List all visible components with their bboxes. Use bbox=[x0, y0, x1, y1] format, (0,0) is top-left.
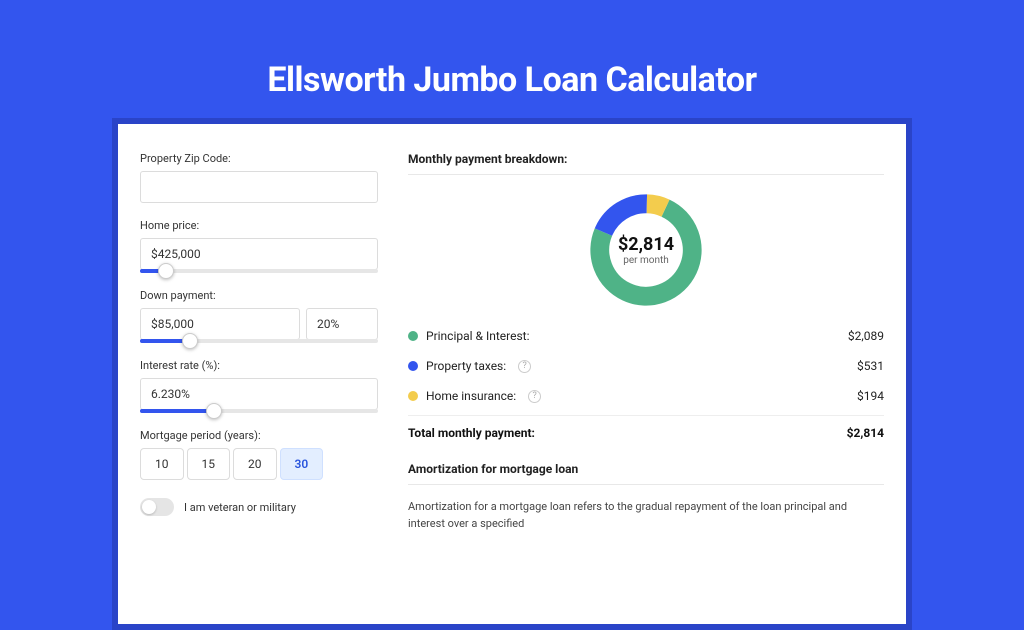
dot-yellow-icon bbox=[408, 391, 418, 401]
legend-taxes-value: $531 bbox=[857, 359, 884, 373]
period-group: Mortgage period (years): 10 15 20 30 bbox=[140, 429, 378, 480]
home-price-slider-thumb[interactable] bbox=[158, 263, 174, 279]
total-value: $2,814 bbox=[847, 426, 884, 440]
interest-slider[interactable] bbox=[140, 409, 378, 413]
total-label: Total monthly payment: bbox=[408, 426, 535, 440]
breakdown-title: Monthly payment breakdown: bbox=[408, 152, 884, 166]
breakdown-column: Monthly payment breakdown: $2,814 pe bbox=[408, 152, 884, 532]
total-row: Total monthly payment: $2,814 bbox=[408, 415, 884, 440]
legend-insurance-value: $194 bbox=[857, 389, 884, 403]
zip-input[interactable] bbox=[140, 171, 378, 203]
down-payment-slider-thumb[interactable] bbox=[182, 333, 198, 349]
legend-principal: Principal & Interest: $2,089 bbox=[408, 329, 884, 343]
amortization-text: Amortization for a mortgage loan refers … bbox=[408, 499, 884, 532]
period-btn-15[interactable]: 15 bbox=[187, 448, 231, 480]
interest-input[interactable] bbox=[140, 378, 378, 410]
interest-slider-fill bbox=[140, 409, 214, 413]
down-payment-label: Down payment: bbox=[140, 289, 378, 302]
donut-wrap: $2,814 per month bbox=[408, 189, 884, 311]
donut-amount: $2,814 bbox=[618, 234, 674, 255]
donut-center: $2,814 per month bbox=[585, 189, 707, 311]
period-label: Mortgage period (years): bbox=[140, 429, 378, 442]
down-payment-slider[interactable] bbox=[140, 339, 378, 343]
interest-group: Interest rate (%): bbox=[140, 359, 378, 413]
calculator-card: Property Zip Code: Home price: Down paym… bbox=[118, 124, 906, 624]
dot-blue-icon bbox=[408, 361, 418, 371]
home-price-label: Home price: bbox=[140, 219, 378, 232]
donut-sub: per month bbox=[623, 255, 669, 266]
legend-principal-value: $2,089 bbox=[848, 329, 884, 343]
page-root: Ellsworth Jumbo Loan Calculator Property… bbox=[0, 0, 1024, 512]
legend-taxes: Property taxes: ? $531 bbox=[408, 359, 884, 373]
dot-green-icon bbox=[408, 331, 418, 341]
legend-principal-left: Principal & Interest: bbox=[408, 329, 530, 343]
help-icon[interactable]: ? bbox=[518, 360, 531, 373]
divider bbox=[408, 484, 884, 485]
veteran-toggle[interactable] bbox=[140, 498, 174, 516]
interest-slider-thumb[interactable] bbox=[206, 403, 222, 419]
period-btn-30[interactable]: 30 bbox=[280, 448, 324, 480]
amortization-title: Amortization for mortgage loan bbox=[408, 462, 884, 476]
home-price-input[interactable] bbox=[140, 238, 378, 270]
donut-chart: $2,814 per month bbox=[585, 189, 707, 311]
down-payment-input[interactable] bbox=[140, 308, 300, 340]
legend-principal-label: Principal & Interest: bbox=[426, 329, 530, 343]
zip-group: Property Zip Code: bbox=[140, 152, 378, 203]
form-column: Property Zip Code: Home price: Down paym… bbox=[140, 152, 378, 532]
divider bbox=[408, 174, 884, 175]
legend-taxes-left: Property taxes: ? bbox=[408, 359, 531, 373]
interest-label: Interest rate (%): bbox=[140, 359, 378, 372]
period-buttons: 10 15 20 30 bbox=[140, 448, 378, 480]
legend-insurance: Home insurance: ? $194 bbox=[408, 389, 884, 403]
columns: Property Zip Code: Home price: Down paym… bbox=[140, 152, 884, 532]
zip-label: Property Zip Code: bbox=[140, 152, 378, 165]
down-payment-row bbox=[140, 308, 378, 340]
help-icon[interactable]: ? bbox=[528, 390, 541, 403]
legend-insurance-left: Home insurance: ? bbox=[408, 389, 541, 403]
home-price-group: Home price: bbox=[140, 219, 378, 273]
down-payment-group: Down payment: bbox=[140, 289, 378, 343]
down-payment-pct-input[interactable] bbox=[306, 308, 378, 340]
legend-insurance-label: Home insurance: bbox=[426, 389, 516, 403]
card-shadow: Property Zip Code: Home price: Down paym… bbox=[112, 118, 912, 630]
period-btn-20[interactable]: 20 bbox=[233, 448, 277, 480]
period-btn-10[interactable]: 10 bbox=[140, 448, 184, 480]
veteran-row: I am veteran or military bbox=[140, 498, 378, 516]
page-title: Ellsworth Jumbo Loan Calculator bbox=[267, 60, 756, 100]
home-price-slider[interactable] bbox=[140, 269, 378, 273]
legend-taxes-label: Property taxes: bbox=[426, 359, 506, 373]
